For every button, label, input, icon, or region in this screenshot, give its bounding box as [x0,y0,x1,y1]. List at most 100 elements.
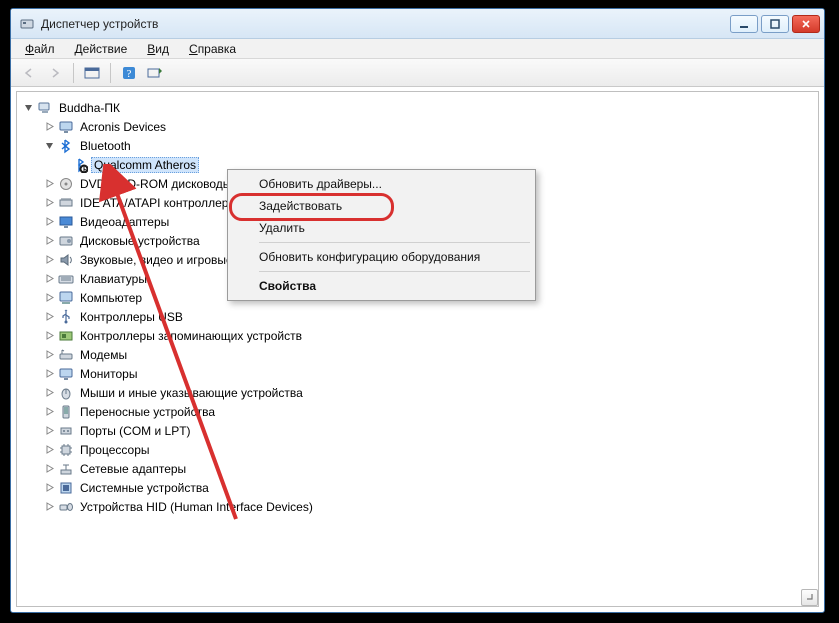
tree-node-label: Порты (COM и LPT) [77,423,194,439]
tree-node-label: Модемы [77,347,130,363]
system-icon [58,480,74,496]
tree-twisty[interactable] [44,292,55,303]
menu-file-label: айл [34,42,54,56]
scroll-corner[interactable] [801,589,818,606]
tree-twisty[interactable] [44,482,55,493]
toolbar-separator [110,63,111,83]
storage-icon [58,328,74,344]
tree-twisty[interactable] [44,273,55,284]
tree-node[interactable]: Модемы [23,345,818,364]
tree-node[interactable]: Системные устройства [23,478,818,497]
tree-twisty[interactable] [44,254,55,265]
window-title: Диспетчер устройств [41,17,730,31]
tree-twisty[interactable] [44,235,55,246]
tree-node-label: Переносные устройства [77,404,218,420]
tree-node[interactable]: Процессоры [23,440,818,459]
tree-node-label: DVD и CD-ROM дисководы [77,176,234,192]
tree-node[interactable]: Bluetooth [23,136,818,155]
menu-view[interactable]: Вид [139,40,177,58]
bluetooth-disabled-icon [72,157,88,173]
tree-twisty[interactable] [44,330,55,341]
optical-icon [58,176,74,192]
tree-node-label: Дисковые устройства [77,233,203,249]
tree-node[interactable]: Мыши и иные указывающие устройства [23,383,818,402]
context-menu-separator [259,242,530,243]
network-icon [58,461,74,477]
tree-node[interactable]: Acronis Devices [23,117,818,136]
tree-twisty[interactable] [44,368,55,379]
menu-help-label: правка [198,42,236,56]
keyboard-icon [58,271,74,287]
tree-twisty[interactable] [44,121,55,132]
tree-twisty[interactable] [44,216,55,227]
ide-icon [58,195,74,211]
tree-leaf-label: Qualcomm Atheros [91,157,199,173]
tree-node-label: Контроллеры запоминающих устройств [77,328,305,344]
context-menu: Обновить драйверы...ЗадействоватьУдалить… [227,169,536,301]
device-manager-window: Диспетчер устройств Файл Действие Вид Сп… [10,8,825,613]
tree-node[interactable]: Сетевые адаптеры [23,459,818,478]
scan-hardware-button[interactable] [143,62,167,84]
cpu-icon [58,442,74,458]
tree-twisty[interactable] [44,140,55,151]
computer-icon [58,290,74,306]
tree-root-label: Buddha-ПК [56,100,123,116]
tree-twisty[interactable] [44,178,55,189]
tree-node[interactable]: Переносные устройства [23,402,818,421]
hid-icon [58,499,74,515]
tree-twisty[interactable] [44,406,55,417]
tree-node-label: Сетевые адаптеры [77,461,189,477]
monitor2-icon [58,366,74,382]
context-menu-item[interactable]: Удалить [231,217,532,239]
context-menu-item[interactable]: Обновить конфигурацию оборудования [231,246,532,268]
bluetooth-icon [58,138,74,154]
tree-twisty[interactable] [23,102,34,113]
display-icon [58,214,74,230]
tree-twisty[interactable] [44,197,55,208]
app-icon [19,16,35,32]
tree-twisty[interactable] [44,387,55,398]
monitor-icon [58,119,74,135]
modem-icon [58,347,74,363]
toolbar: ? [11,59,824,87]
tree-node-label: Устройства HID (Human Interface Devices) [77,499,316,515]
maximize-button[interactable] [761,15,789,33]
menu-help[interactable]: Справка [181,40,244,58]
help-button[interactable]: ? [117,62,141,84]
tree-node[interactable]: Контроллеры USB [23,307,818,326]
titlebar: Диспетчер устройств [11,9,824,39]
ports-icon [58,423,74,439]
usb-icon [58,309,74,325]
tree-twisty[interactable] [44,501,55,512]
tree-node-label: Контроллеры USB [77,309,186,325]
tree-node[interactable]: Мониторы [23,364,818,383]
tree-node[interactable]: Устройства HID (Human Interface Devices) [23,497,818,516]
tree-node[interactable]: Контроллеры запоминающих устройств [23,326,818,345]
tree-twisty[interactable] [44,444,55,455]
menu-file[interactable]: Файл [17,40,63,58]
forward-button[interactable] [43,62,67,84]
back-button[interactable] [17,62,41,84]
tree-twisty[interactable] [44,349,55,360]
context-menu-item[interactable]: Задействовать [231,195,532,217]
tree-node-label: Системные устройства [77,480,212,496]
tree-root[interactable]: Buddha-ПК [23,98,818,117]
window-controls [730,15,824,33]
tree-twisty[interactable] [44,311,55,322]
device-tree[interactable]: Buddha-ПК Acronis Devices Bluetooth Qual… [17,92,818,522]
tree-twisty[interactable] [44,425,55,436]
menu-action[interactable]: Действие [67,40,136,58]
tree-node-label: Bluetooth [77,138,134,154]
svg-text:?: ? [127,68,132,80]
tree-twisty[interactable] [44,463,55,474]
close-button[interactable] [792,15,820,33]
mouse-icon [58,385,74,401]
tree-node[interactable]: Порты (COM и LPT) [23,421,818,440]
sound-icon [58,252,74,268]
show-hidden-button[interactable] [80,62,104,84]
tree-node-label: Мыши и иные указывающие устройства [77,385,306,401]
tree-node-label: Видеоадаптеры [77,214,172,230]
context-menu-item[interactable]: Обновить драйверы... [231,173,532,195]
context-menu-item[interactable]: Свойства [231,275,532,297]
minimize-button[interactable] [730,15,758,33]
